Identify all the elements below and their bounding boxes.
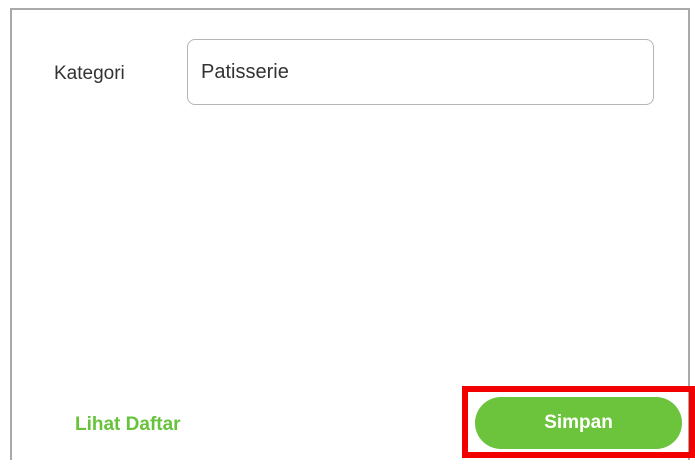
category-label: Kategori [54, 63, 125, 84]
save-button[interactable]: Simpan [475, 397, 682, 449]
view-list-link[interactable]: Lihat Daftar [75, 413, 181, 437]
category-input[interactable] [187, 39, 654, 105]
